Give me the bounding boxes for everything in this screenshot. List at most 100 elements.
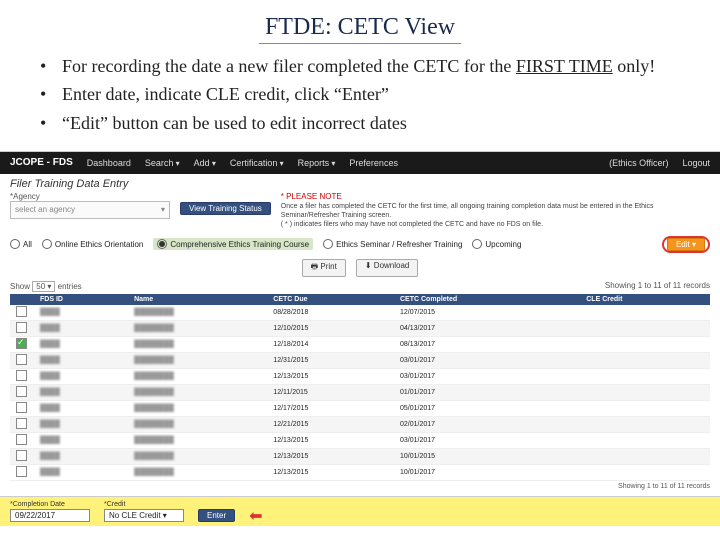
table-row[interactable]: ████████████12/13/201510/01/2017: [10, 464, 710, 480]
cell-cle: [580, 464, 710, 480]
cell-due: 12/13/2015: [267, 368, 394, 384]
row-checkbox[interactable]: [16, 418, 27, 429]
cell-fds-id: ████: [40, 453, 60, 460]
col-due[interactable]: CETC Due: [267, 294, 394, 305]
row-checkbox[interactable]: [16, 450, 27, 461]
cell-fds-id: ████: [40, 421, 60, 428]
table-row[interactable]: ████████████08/28/201812/07/2015: [10, 305, 710, 321]
page-size-select[interactable]: 50 ▾: [32, 281, 55, 292]
filter-upcoming[interactable]: Upcoming: [472, 239, 521, 249]
cell-name: ████████: [134, 421, 174, 428]
row-checkbox[interactable]: [16, 434, 27, 445]
row-checkbox[interactable]: [16, 338, 27, 349]
cell-cle: [580, 336, 710, 352]
row-checkbox[interactable]: [16, 370, 27, 381]
cell-due: 12/31/2015: [267, 352, 394, 368]
table-row[interactable]: ████████████12/13/201503/01/2017: [10, 368, 710, 384]
row-checkbox[interactable]: [16, 386, 27, 397]
row-checkbox[interactable]: [16, 402, 27, 413]
enter-button[interactable]: Enter: [198, 509, 235, 522]
cell-completed: 02/01/2017: [394, 416, 580, 432]
credit-select[interactable]: No CLE Credit ▾: [104, 509, 184, 522]
table-row[interactable]: ████████████12/21/201502/01/2017: [10, 416, 710, 432]
cell-due: 12/17/2015: [267, 400, 394, 416]
slide-bullets: For recording the date a new filer compl…: [40, 54, 680, 135]
nav-search[interactable]: Search: [145, 158, 180, 168]
training-table: FDS ID Name CETC Due CETC Completed CLE …: [10, 294, 710, 481]
cell-completed: 03/01/2017: [394, 432, 580, 448]
filter-cetc[interactable]: Comprehensive Ethics Training Course: [153, 238, 313, 250]
cell-completed: 04/13/2017: [394, 320, 580, 336]
agency-select[interactable]: select an agency▾: [10, 201, 170, 219]
nav-preferences[interactable]: Preferences: [349, 158, 398, 168]
cell-cle: [580, 416, 710, 432]
credit-label: *Credit: [104, 501, 184, 508]
cell-due: 12/21/2015: [267, 416, 394, 432]
filter-all[interactable]: All: [10, 239, 32, 249]
cell-due: 12/13/2015: [267, 432, 394, 448]
cell-cle: [580, 400, 710, 416]
edit-callout: Edit: [662, 236, 710, 253]
entry-bar: *Completion Date 09/22/2017 *Credit No C…: [0, 496, 720, 526]
record-count-top: Showing 1 to 11 of 11 records: [605, 281, 710, 292]
cell-due: 12/18/2014: [267, 336, 394, 352]
cell-due: 08/28/2018: [267, 305, 394, 321]
note-line-1: Once a filer has completed the CETC for …: [281, 202, 710, 220]
cell-fds-id: ████: [40, 373, 60, 380]
table-row[interactable]: ████████████12/11/201501/01/2017: [10, 384, 710, 400]
show-entries: Show 50 ▾ entries: [10, 281, 82, 292]
cell-completed: 12/07/2015: [394, 305, 580, 321]
cell-completed: 10/01/2017: [394, 464, 580, 480]
cell-fds-id: ████: [40, 405, 60, 412]
print-button[interactable]: 🖶 Print: [302, 259, 346, 277]
record-count-bottom: Showing 1 to 11 of 11 records: [618, 483, 710, 490]
cell-name: ████████: [134, 309, 174, 316]
download-button[interactable]: ⬇ Download: [356, 259, 419, 277]
note-line-2: ( * ) indicates filers who may have not …: [281, 220, 710, 229]
col-completed[interactable]: CETC Completed: [394, 294, 580, 305]
brand: JCOPE - FDS: [10, 157, 73, 168]
table-row[interactable]: ████████████12/17/201505/01/2017: [10, 400, 710, 416]
arrow-callout-icon: ⬅: [249, 512, 262, 522]
bullet-3: “Edit” button can be used to edit incorr…: [40, 111, 680, 135]
toolbar: 🖶 Print ⬇ Download: [0, 257, 720, 279]
row-checkbox[interactable]: [16, 354, 27, 365]
cell-cle: [580, 320, 710, 336]
filter-oeo[interactable]: Online Ethics Orientation: [42, 239, 144, 249]
view-training-status-button[interactable]: View Training Status: [180, 202, 271, 215]
cell-name: ████████: [134, 357, 174, 364]
cell-completed: 03/01/2017: [394, 352, 580, 368]
completion-date-input[interactable]: 09/22/2017: [10, 509, 90, 522]
app-screenshot: JCOPE - FDS Dashboard Search Add Certifi…: [0, 151, 720, 526]
table-row[interactable]: ████████████12/13/201503/01/2017: [10, 432, 710, 448]
cell-completed: 10/01/2015: [394, 448, 580, 464]
nav-certification[interactable]: Certification: [230, 158, 284, 168]
nav-logout[interactable]: Logout: [682, 158, 710, 168]
cell-completed: 08/13/2017: [394, 336, 580, 352]
row-checkbox[interactable]: [16, 322, 27, 333]
cell-name: ████████: [134, 405, 174, 412]
table-row[interactable]: ████████████12/10/201504/13/2017: [10, 320, 710, 336]
bullet-1: For recording the date a new filer compl…: [40, 54, 680, 78]
cell-name: ████████: [134, 469, 174, 476]
nav-dashboard[interactable]: Dashboard: [87, 158, 131, 168]
col-cle[interactable]: CLE Credit: [580, 294, 710, 305]
filter-refresher[interactable]: Ethics Seminar / Refresher Training: [323, 239, 462, 249]
table-row[interactable]: ████████████12/18/201408/13/2017: [10, 336, 710, 352]
completion-date-label: *Completion Date: [10, 501, 90, 508]
cell-due: 12/13/2015: [267, 448, 394, 464]
col-name[interactable]: Name: [128, 294, 267, 305]
table-row[interactable]: ████████████12/13/201510/01/2015: [10, 448, 710, 464]
edit-button[interactable]: Edit: [667, 238, 705, 251]
nav-add[interactable]: Add: [194, 158, 216, 168]
cell-completed: 03/01/2017: [394, 368, 580, 384]
row-checkbox[interactable]: [16, 466, 27, 477]
col-fds-id[interactable]: FDS ID: [34, 294, 128, 305]
nav-reports[interactable]: Reports: [298, 158, 336, 168]
table-row[interactable]: ████████████12/31/201503/01/2017: [10, 352, 710, 368]
cell-cle: [580, 384, 710, 400]
cell-due: 12/13/2015: [267, 464, 394, 480]
cell-due: 12/11/2015: [267, 384, 394, 400]
row-checkbox[interactable]: [16, 306, 27, 317]
cell-cle: [580, 432, 710, 448]
